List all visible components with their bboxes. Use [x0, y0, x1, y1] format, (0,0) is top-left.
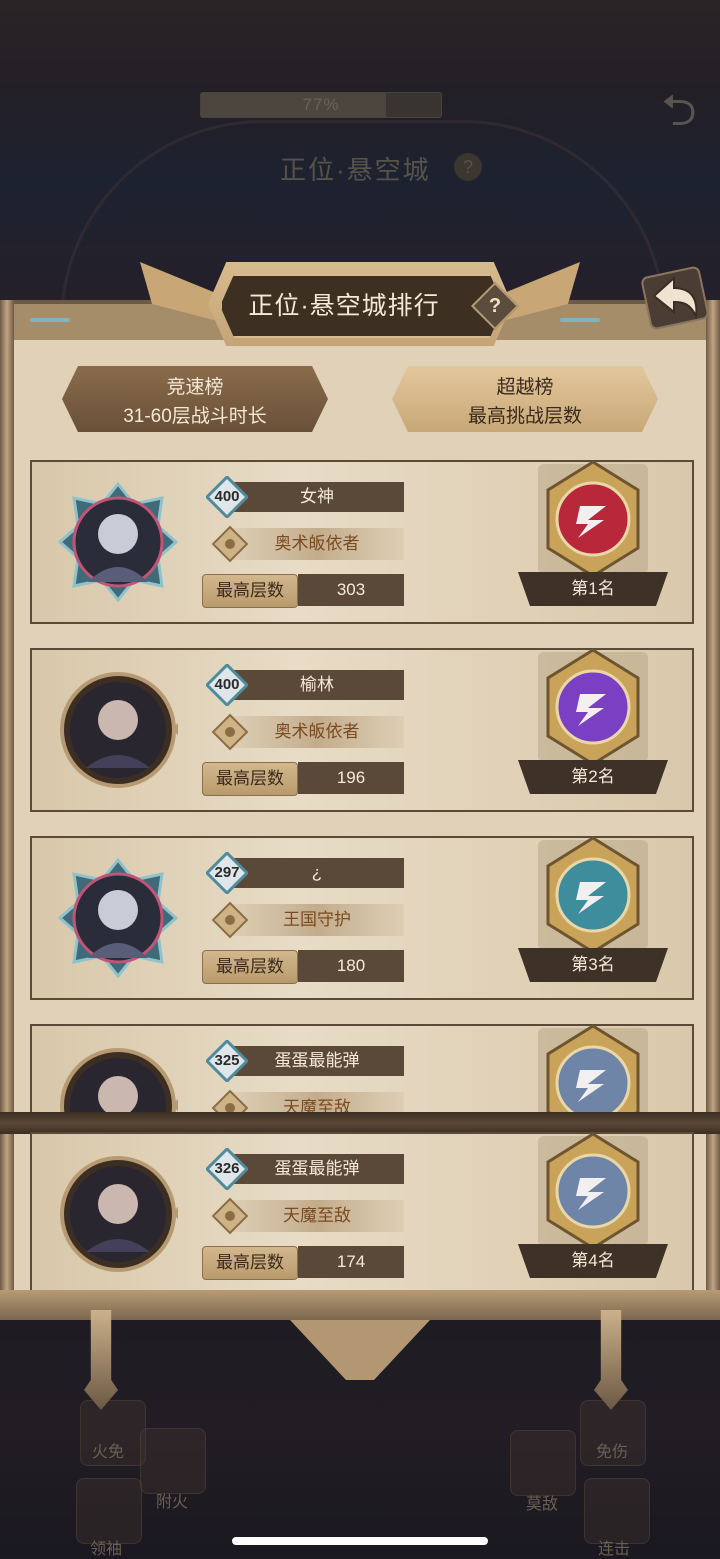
player-level-badge: 400 — [206, 664, 248, 706]
player-name: ¿ — [230, 858, 404, 888]
max-floor-label: 最高层数 — [202, 574, 298, 608]
rank-emblem-icon — [528, 830, 658, 960]
player-avatar[interactable] — [58, 1154, 187, 1274]
tab-surpass-title: 超越榜 — [496, 377, 554, 398]
tab-surpass-ranking[interactable]: 超越榜 最高挑战层数 — [392, 366, 658, 432]
player-level: 400 — [214, 488, 240, 505]
rank-card[interactable]: ¿ 297 王国守护最高层数 180 第3名 — [30, 836, 694, 1000]
player-guild: 天魔至敌 — [230, 1092, 404, 1112]
frame-accent — [560, 318, 600, 322]
rank-emblem-icon — [528, 454, 658, 584]
player-avatar[interactable] — [58, 1046, 187, 1112]
guild-emblem-icon — [210, 524, 250, 564]
panel-title: 正位·悬空城排行 — [248, 292, 440, 320]
dim-skill-slot — [140, 1428, 206, 1494]
rank-emblem-icon — [528, 1126, 658, 1256]
max-floor-label: 最高层数 — [202, 1246, 298, 1280]
guild-emblem-icon — [210, 1088, 250, 1112]
player-level-badge: 325 — [206, 1040, 248, 1082]
rank-card[interactable]: 蛋蛋最能弹 326 天魔至敌最高层数 174 第4名 — [30, 1132, 694, 1296]
frame-side-left — [0, 300, 14, 1310]
player-level: 326 — [214, 1160, 240, 1177]
tab-speed-ranking[interactable]: 竞速榜 31-60层战斗时长 — [62, 366, 328, 432]
rank-position: 第3名 — [518, 948, 668, 982]
max-floor-value: 174 — [298, 1246, 404, 1278]
frame-accent — [30, 318, 70, 322]
dim-skill-slot — [510, 1430, 576, 1496]
guild-emblem-icon — [210, 900, 250, 940]
dim-skill-label: 领袖 — [89, 1541, 122, 1558]
dim-stage-title: 正位·悬空城 — [280, 155, 431, 185]
dim-progress-bar: 77% — [200, 92, 442, 118]
max-floor-value: 303 — [298, 574, 404, 606]
rank-card[interactable]: 女神 400 奥术皈依者最高层数 303 第1名 — [30, 460, 694, 624]
player-level-badge: 297 — [206, 852, 248, 894]
back-arrow-icon[interactable] — [640, 266, 710, 330]
player-avatar[interactable] — [58, 670, 187, 790]
rank-position: 第1名 — [518, 572, 668, 606]
rank-emblem-icon — [528, 1024, 658, 1112]
player-name: 蛋蛋最能弹 — [230, 1154, 404, 1184]
guild-emblem-icon — [210, 712, 250, 752]
dim-progress-text: 77% — [302, 95, 340, 114]
player-guild: 奥术皈依者 — [230, 716, 404, 748]
max-floor-value: 180 — [298, 950, 404, 982]
rank-emblem-icon — [528, 642, 658, 772]
player-guild: 奥术皈依者 — [230, 528, 404, 560]
tab-speed-subtitle: 31-60层战斗时长 — [123, 406, 267, 427]
player-guild: 天魔至敌 — [230, 1200, 404, 1232]
player-name: 女神 — [230, 482, 404, 512]
player-avatar[interactable] — [57, 481, 179, 603]
dim-skill-label: 连击 — [597, 1541, 630, 1558]
home-indicator[interactable] — [232, 1537, 488, 1545]
player-level-badge: 326 — [206, 1148, 248, 1190]
rank-card[interactable]: 蛋蛋最能弹 325 天魔至敌 — [30, 1024, 694, 1112]
dim-skill-label: 火免 — [91, 1444, 124, 1461]
rank-position: 第4名 — [518, 1244, 668, 1278]
dim-skill-label: 免伤 — [595, 1444, 628, 1461]
max-floor-label: 最高层数 — [202, 762, 298, 796]
rank-position: 第2名 — [518, 760, 668, 794]
rank-card[interactable]: 榆林 400 奥术皈依者最高层数 196 第2名 — [30, 648, 694, 812]
dim-skill-label: 莫敌 — [525, 1496, 558, 1513]
player-avatar[interactable] — [57, 857, 179, 979]
player-level: 297 — [214, 864, 240, 881]
player-level: 325 — [214, 1052, 240, 1069]
guild-emblem-icon — [210, 1196, 250, 1236]
max-floor-label: 最高层数 — [202, 950, 298, 984]
player-guild: 王国守护 — [230, 904, 404, 936]
player-name: 榆林 — [230, 670, 404, 700]
frame-side-right — [706, 300, 720, 1310]
dim-back-arrow-icon: ⮌ — [661, 86, 697, 135]
tab-speed-title: 竞速榜 — [166, 377, 224, 398]
player-level-badge: 400 — [206, 476, 248, 518]
dim-skill-label: 附火 — [155, 1494, 188, 1511]
player-name: 蛋蛋最能弹 — [230, 1046, 404, 1076]
dim-question-icon: ? — [454, 153, 482, 181]
player-level: 400 — [214, 676, 240, 693]
tab-surpass-subtitle: 最高挑战层数 — [467, 406, 582, 427]
max-floor-value: 196 — [298, 762, 404, 794]
